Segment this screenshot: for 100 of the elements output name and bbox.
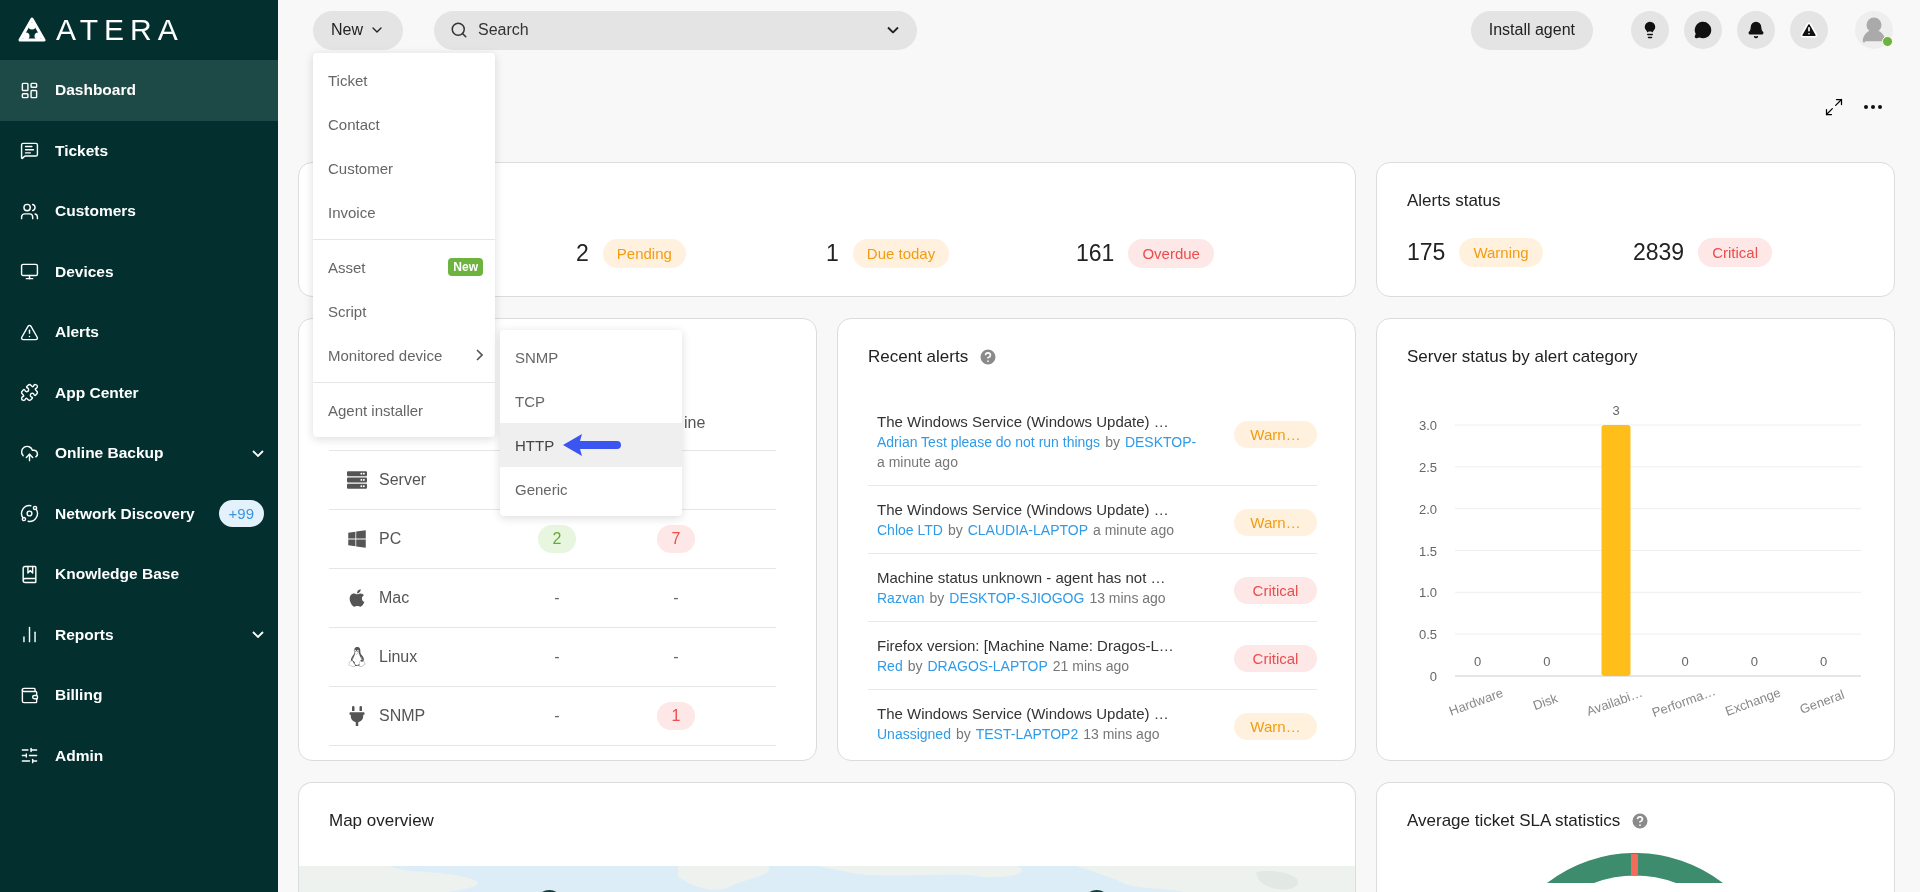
axis-label: 1.5 (1418, 543, 1437, 559)
sidebar-item[interactable]: Alerts (0, 302, 278, 363)
customer-link[interactable]: Adrian Test please do not run things (877, 432, 1101, 452)
new-badge: New (448, 258, 483, 276)
new-button[interactable]: New (313, 10, 403, 50)
penguin-icon (347, 647, 367, 667)
axis-label: 3.0 (1418, 418, 1437, 433)
help-icon (978, 347, 999, 367)
device-link[interactable]: CLAUDIA-LAPTOP (967, 520, 1089, 540)
device-link[interactable]: DRAGOS-LAPTOP (927, 656, 1048, 676)
device-link[interactable]: TEST-LAPTOP2 (975, 724, 1079, 744)
status-tag: Critical (1234, 577, 1317, 604)
device-type: Server (379, 471, 427, 489)
sidebar-item[interactable]: Network Discovery +99 (0, 483, 278, 544)
alert-item[interactable]: Firefox version: [Machine Name: Dragos-L… Red by DRAGOS-LAPTOP 21 mins ago Critical (868, 622, 1317, 690)
device-link[interactable]: DESKTOP- (1124, 432, 1197, 452)
table-cell-text: - (553, 589, 561, 607)
value-label: 3 (1612, 403, 1620, 418)
expand-button[interactable] (1824, 97, 1844, 117)
sidebar-item[interactable]: Online Backup (0, 423, 278, 484)
sidebar-item[interactable]: Tickets (0, 120, 278, 181)
menu-item[interactable]: TCP (500, 379, 682, 423)
dashboard-icon (20, 80, 39, 100)
warning-icon (20, 322, 39, 342)
customer-link[interactable]: Red (877, 656, 903, 676)
menu-item[interactable]: Asset New (313, 245, 495, 289)
axis-label: 0 (1429, 669, 1437, 684)
sidebar-item[interactable]: App Center (0, 362, 278, 423)
stat-value: 161 (1076, 240, 1115, 267)
status-tag: Overdue (1128, 239, 1214, 268)
chat-button[interactable] (1684, 11, 1722, 49)
menu-item[interactable]: HTTP (500, 423, 682, 467)
tips-button[interactable] (1631, 11, 1669, 49)
expand-icon (1824, 97, 1844, 117)
search-field[interactable]: Search (434, 10, 917, 50)
wallet-icon (20, 685, 39, 705)
alert-item[interactable]: The Windows Service (Windows Update) … Adrian Test please do not run things by DESKTOP- a minute ago Warn… (868, 398, 1317, 486)
menu-item[interactable]: SNMP (500, 335, 682, 379)
install-agent-button[interactable]: Install agent (1470, 10, 1593, 50)
by-text: by (907, 657, 923, 676)
sidebar-item[interactable]: Customers (0, 181, 278, 242)
stat-value: 2839 (1633, 239, 1685, 266)
value-label: 0 (1543, 654, 1551, 669)
menu-item[interactable]: Ticket (313, 58, 495, 102)
puzzle-icon (20, 383, 39, 403)
value-label: 0 (1750, 654, 1758, 669)
table-cell-text: - (672, 589, 680, 607)
alerts-button[interactable] (1790, 11, 1828, 49)
menu-item[interactable]: Agent installer (313, 388, 495, 432)
device-link[interactable]: DESKTOP-SJIOGOG (949, 588, 1085, 608)
menu-item[interactable]: Script (313, 289, 495, 333)
menu-item[interactable]: Monitored device (313, 333, 495, 377)
alert-item[interactable]: The Windows Service (Windows Update) … Unassigned by TEST-LAPTOP2 13 mins ago Warn… (868, 690, 1317, 748)
bell-icon (1747, 21, 1765, 39)
notifications-button[interactable] (1737, 11, 1775, 49)
axis-label: 0.5 (1418, 627, 1437, 643)
by-text: by (929, 589, 945, 608)
customer-link[interactable]: Unassigned (877, 724, 951, 744)
stat-value: 2 (576, 240, 589, 267)
sidebar-item[interactable]: Reports (0, 604, 278, 665)
count-badge: 2 (538, 525, 576, 553)
windows-icon (347, 529, 367, 549)
more-button[interactable] (1864, 105, 1882, 109)
network-icon (20, 504, 39, 524)
sidebar-item[interactable]: Dashboard (0, 60, 278, 121)
table-cell-text: - (553, 707, 561, 725)
alert-time: a minute ago (1093, 521, 1174, 540)
device-type: PC (379, 530, 402, 548)
card-title: Map overview (329, 810, 434, 832)
customer-link[interactable]: Razvan (877, 588, 925, 608)
menu-item[interactable]: Generic (500, 467, 682, 511)
alert-title: The Windows Service (Windows Update) … (877, 704, 1170, 724)
axis-label: 2.5 (1418, 459, 1437, 475)
alert-title: Firefox version: [Machine Name: Dragos-L… (877, 636, 1175, 656)
table-cell-text: - (672, 648, 680, 666)
sidebar-item[interactable]: Admin (0, 725, 278, 786)
sidebar-item[interactable]: Knowledge Base (0, 544, 278, 605)
menu-item[interactable]: Invoice (313, 190, 495, 234)
help-icon (1630, 811, 1651, 831)
status-tag: Warn… (1234, 509, 1317, 536)
card-title: Recent alerts (868, 343, 999, 371)
status-tag: Warn… (1234, 421, 1317, 448)
by-text: by (947, 521, 963, 540)
table-cell-text: - (553, 648, 561, 666)
alert-item[interactable]: Machine status unknown - agent has not … Razvan by DESKTOP-SJIOGOG 13 mins ago Critical (868, 554, 1317, 622)
chat-icon (1694, 21, 1712, 39)
sidebar-item[interactable]: Billing (0, 665, 278, 726)
column-header: ine (683, 414, 707, 432)
sidebar-item[interactable]: Devices (0, 241, 278, 302)
category-label: Disk (1530, 690, 1560, 714)
count-badge: 7 (657, 525, 695, 553)
device-type: SNMP (379, 707, 426, 725)
alert-item[interactable]: The Windows Service (Windows Update) … Chloe LTD by CLAUDIA-LAPTOP a minute ago Warn… (868, 486, 1317, 554)
alert-title: The Windows Service (Windows Update) … (877, 412, 1170, 432)
card-title: Alerts status (1407, 190, 1501, 212)
alert-title: Machine status unknown - agent has not … (877, 568, 1167, 588)
axis-label: 2.0 (1418, 501, 1437, 517)
device-type: Linux (379, 648, 418, 666)
menu-item[interactable]: Customer (313, 146, 495, 190)
menu-item[interactable]: Contact (313, 102, 495, 146)
